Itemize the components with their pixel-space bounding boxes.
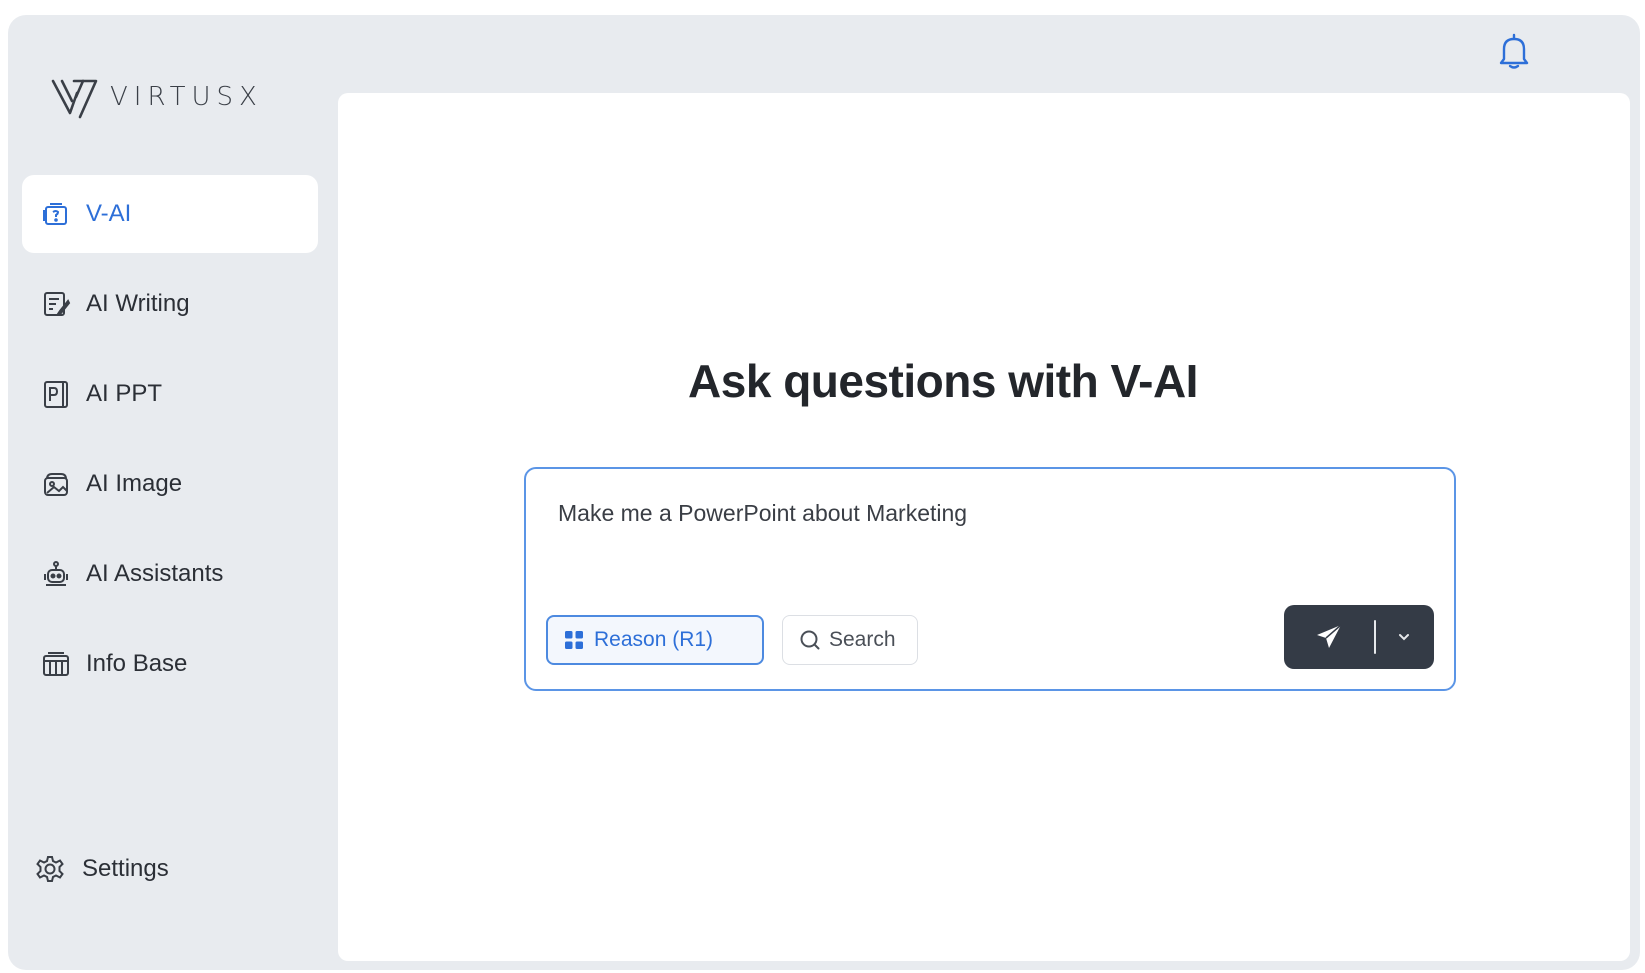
search-label: Search — [829, 628, 896, 651]
sidebar-item-ai-ppt[interactable]: AI PPT — [22, 355, 318, 433]
notifications-button[interactable] — [1496, 31, 1532, 71]
brand-logo[interactable]: VIRTUSX — [50, 73, 263, 121]
settings-button[interactable]: Settings — [34, 853, 169, 885]
grid-icon — [565, 631, 583, 649]
send-button[interactable] — [1284, 605, 1374, 669]
sidebar-item-label: AI PPT — [86, 380, 163, 407]
send-button-group — [1284, 605, 1434, 669]
sidebar-nav: V-AI AI Writing AI PPT AI Image AI Assis… — [22, 175, 318, 715]
bell-icon — [1499, 33, 1529, 69]
sidebar: VIRTUSX V-AI AI Writing AI PPT AI Image … — [8, 15, 328, 970]
settings-label: Settings — [82, 855, 169, 882]
reason-label: Reason (R1) — [594, 628, 714, 651]
search-icon — [800, 630, 820, 650]
sidebar-item-ai-assistants[interactable]: AI Assistants — [22, 535, 318, 613]
sidebar-item-v-ai[interactable]: V-AI — [22, 175, 318, 253]
document-pen-icon — [40, 288, 72, 320]
gear-icon — [34, 853, 66, 885]
image-icon — [40, 468, 72, 500]
sidebar-item-label: Info Base — [86, 650, 188, 677]
page-title: Ask questions with V-AI — [688, 354, 1198, 407]
paper-plane-icon — [1317, 624, 1342, 648]
reason-toggle-button[interactable]: Reason (R1) — [546, 615, 764, 665]
main-panel: Ask questions with V-AI Reason (R1) Sear… — [338, 93, 1630, 961]
brand-name: VIRTUSX — [110, 82, 263, 112]
chevron-down-icon — [1399, 634, 1409, 641]
virtusx-logo-icon — [51, 79, 98, 119]
presentation-icon — [40, 378, 72, 410]
chat-window-icon — [40, 198, 72, 230]
sidebar-item-ai-writing[interactable]: AI Writing — [22, 265, 318, 343]
search-toggle-button[interactable]: Search — [782, 615, 918, 665]
sidebar-item-label: V-AI — [86, 200, 132, 227]
send-options-button[interactable] — [1376, 605, 1432, 669]
prompt-composer: Reason (R1) Search — [524, 467, 1456, 691]
app-window: VIRTUSX V-AI AI Writing AI PPT AI Image … — [8, 15, 1640, 970]
sidebar-item-label: AI Assistants — [86, 560, 224, 587]
database-icon — [40, 648, 72, 680]
robot-icon — [40, 558, 72, 590]
sidebar-item-info-base[interactable]: Info Base — [22, 625, 318, 703]
sidebar-item-label: AI Writing — [86, 290, 190, 317]
prompt-input[interactable] — [556, 493, 1416, 533]
sidebar-item-ai-image[interactable]: AI Image — [22, 445, 318, 523]
sidebar-item-label: AI Image — [86, 470, 183, 497]
